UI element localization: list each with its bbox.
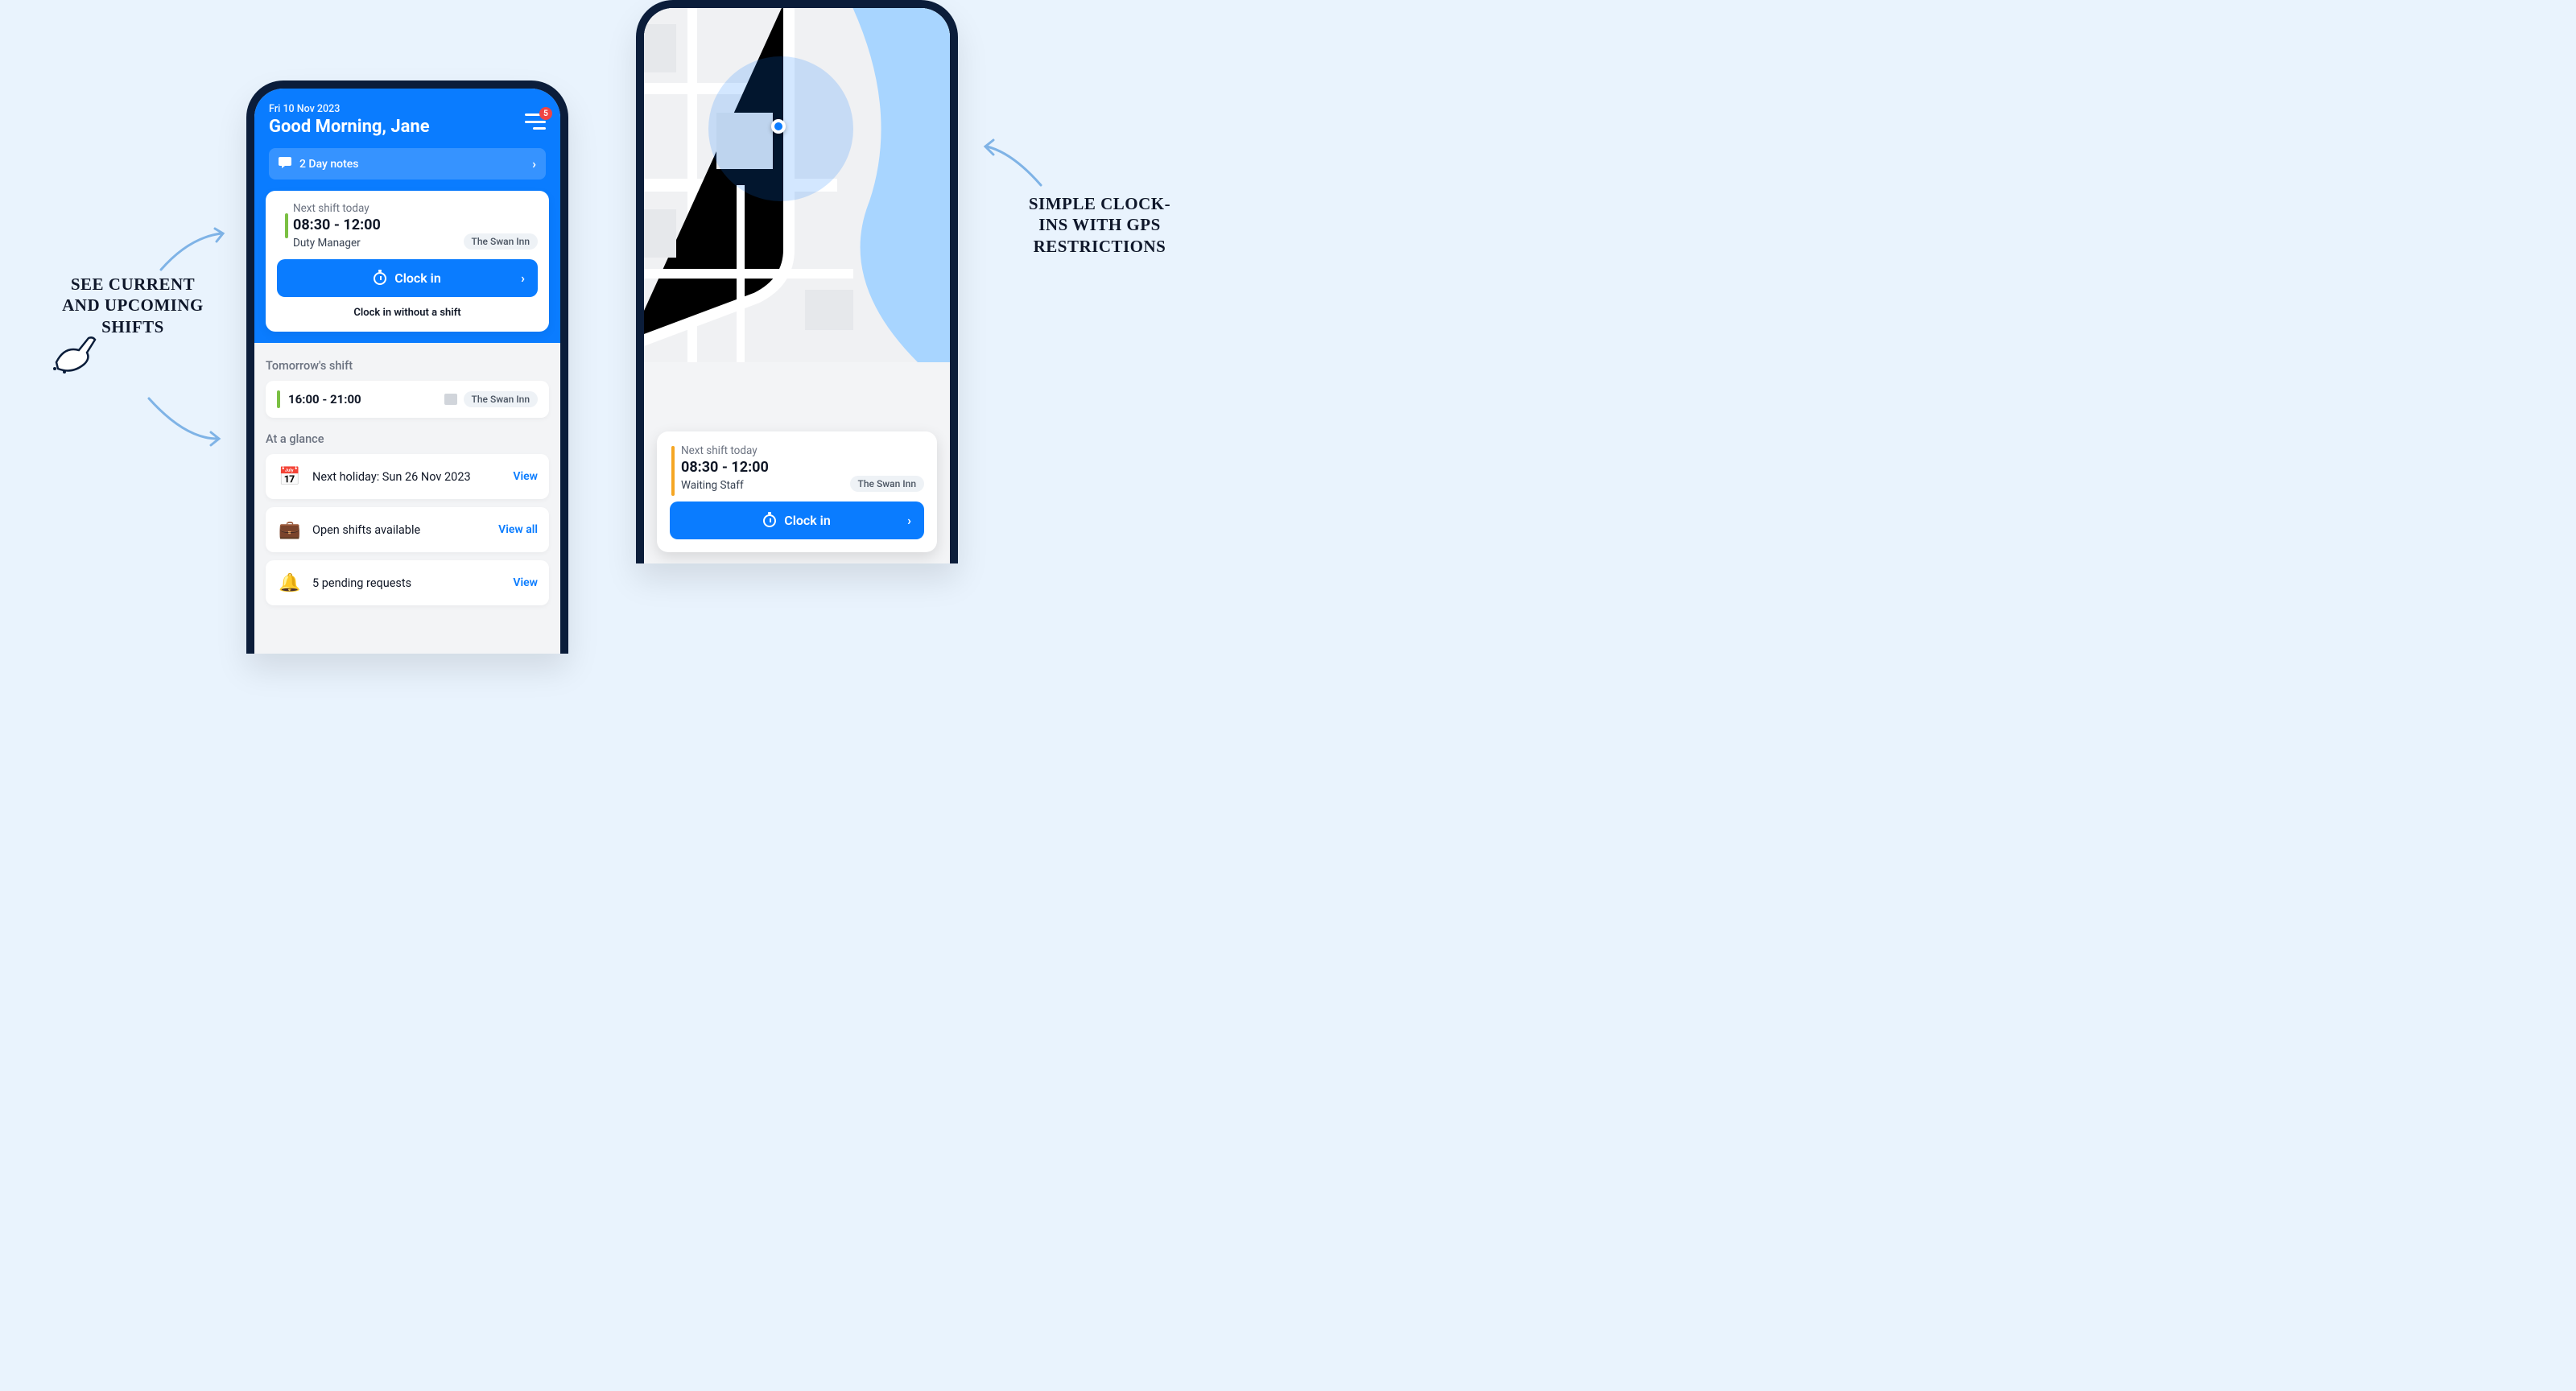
header-greeting: Good Morning, Jane [269,117,430,137]
notification-badge: 5 [539,107,552,120]
stopwatch-icon [374,272,386,285]
open-shifts-icon: 💼 [277,517,303,543]
map-next-shift-time: 08:30 - 12:00 [681,459,924,476]
map-shift-card: Next shift today 08:30 - 12:00 Waiting S… [657,431,937,552]
glance-openshifts-card[interactable]: 💼 Open shifts available View all [266,507,549,552]
glance-holiday-link[interactable]: View [513,470,538,483]
glance-holiday-text: Next holiday: Sun 26 Nov 2023 [312,470,471,484]
chevron-right-icon: › [521,270,525,286]
glance-openshifts-link[interactable]: View all [498,523,538,536]
clock-in-without-shift-link[interactable]: Clock in without a shift [277,307,538,320]
tomorrow-shift-card[interactable]: 16:00 - 21:00 The Swan Inn [266,381,549,418]
glance-pending-link[interactable]: View [513,576,538,589]
phone-gps-clockin: Next shift today 08:30 - 12:00 Waiting S… [636,0,958,563]
next-shift-role: Duty Manager [293,237,361,250]
tomorrow-section-label: Tomorrow's shift [266,359,549,373]
next-shift-card: Next shift today 08:30 - 12:00 Duty Mana… [266,191,549,332]
annotation-right: SIMPLE CLOCK-INS WITH GPS RESTRICTIONS [1019,193,1180,257]
shift-stripe [277,390,280,408]
map-next-shift-location: The Swan Inn [850,476,924,492]
note-icon [444,394,457,405]
glance-pending-card[interactable]: 🔔 5 pending requests View [266,560,549,605]
tomorrow-shift-time: 16:00 - 21:00 [288,392,361,407]
chevron-right-icon: › [907,513,911,528]
phone-dashboard: Fri 10 Nov 2023 Good Morning, Jane 5 2 D… [246,80,568,654]
next-shift-location: The Swan Inn [464,233,538,250]
chevron-right-icon: › [532,156,536,171]
header-date: Fri 10 Nov 2023 [269,103,430,115]
map-next-shift-role: Waiting Staff [681,479,744,492]
clock-in-button[interactable]: Clock in › [277,259,538,297]
shift-stripe [285,213,288,238]
next-shift-label: Next shift today [293,202,538,215]
glance-openshifts-text: Open shifts available [312,523,420,537]
glance-holiday-card[interactable]: 📅 Next holiday: Sun 26 Nov 2023 View [266,454,549,499]
pending-icon: 🔔 [277,570,303,596]
header: Fri 10 Nov 2023 Good Morning, Jane 5 2 D… [254,89,560,191]
map-next-shift-label: Next shift today [681,444,924,457]
day-notes-label: 2 Day notes [299,158,358,171]
glance-section-label: At a glance [266,432,549,446]
day-notes-row[interactable]: 2 Day notes › [269,148,546,180]
annotation-left: SEE CURRENT AND UPCOMING SHIFTS [56,274,209,337]
menu-button[interactable]: 5 [525,114,546,130]
next-shift-time: 08:30 - 12:00 [293,217,538,233]
map-clock-in-button[interactable]: Clock in › [670,502,924,539]
map-clock-in-label: Clock in [784,513,831,528]
glance-pending-text: 5 pending requests [312,576,411,590]
tomorrow-shift-location: The Swan Inn [464,391,538,407]
map-view[interactable] [644,8,950,362]
speech-icon [279,157,291,171]
stopwatch-icon [763,514,776,527]
clock-in-label: Clock in [394,270,441,286]
shift-stripe [671,446,675,496]
user-location-dot [771,119,786,134]
phone-doodle-icon [48,330,105,378]
calendar-icon: 📅 [277,464,303,489]
